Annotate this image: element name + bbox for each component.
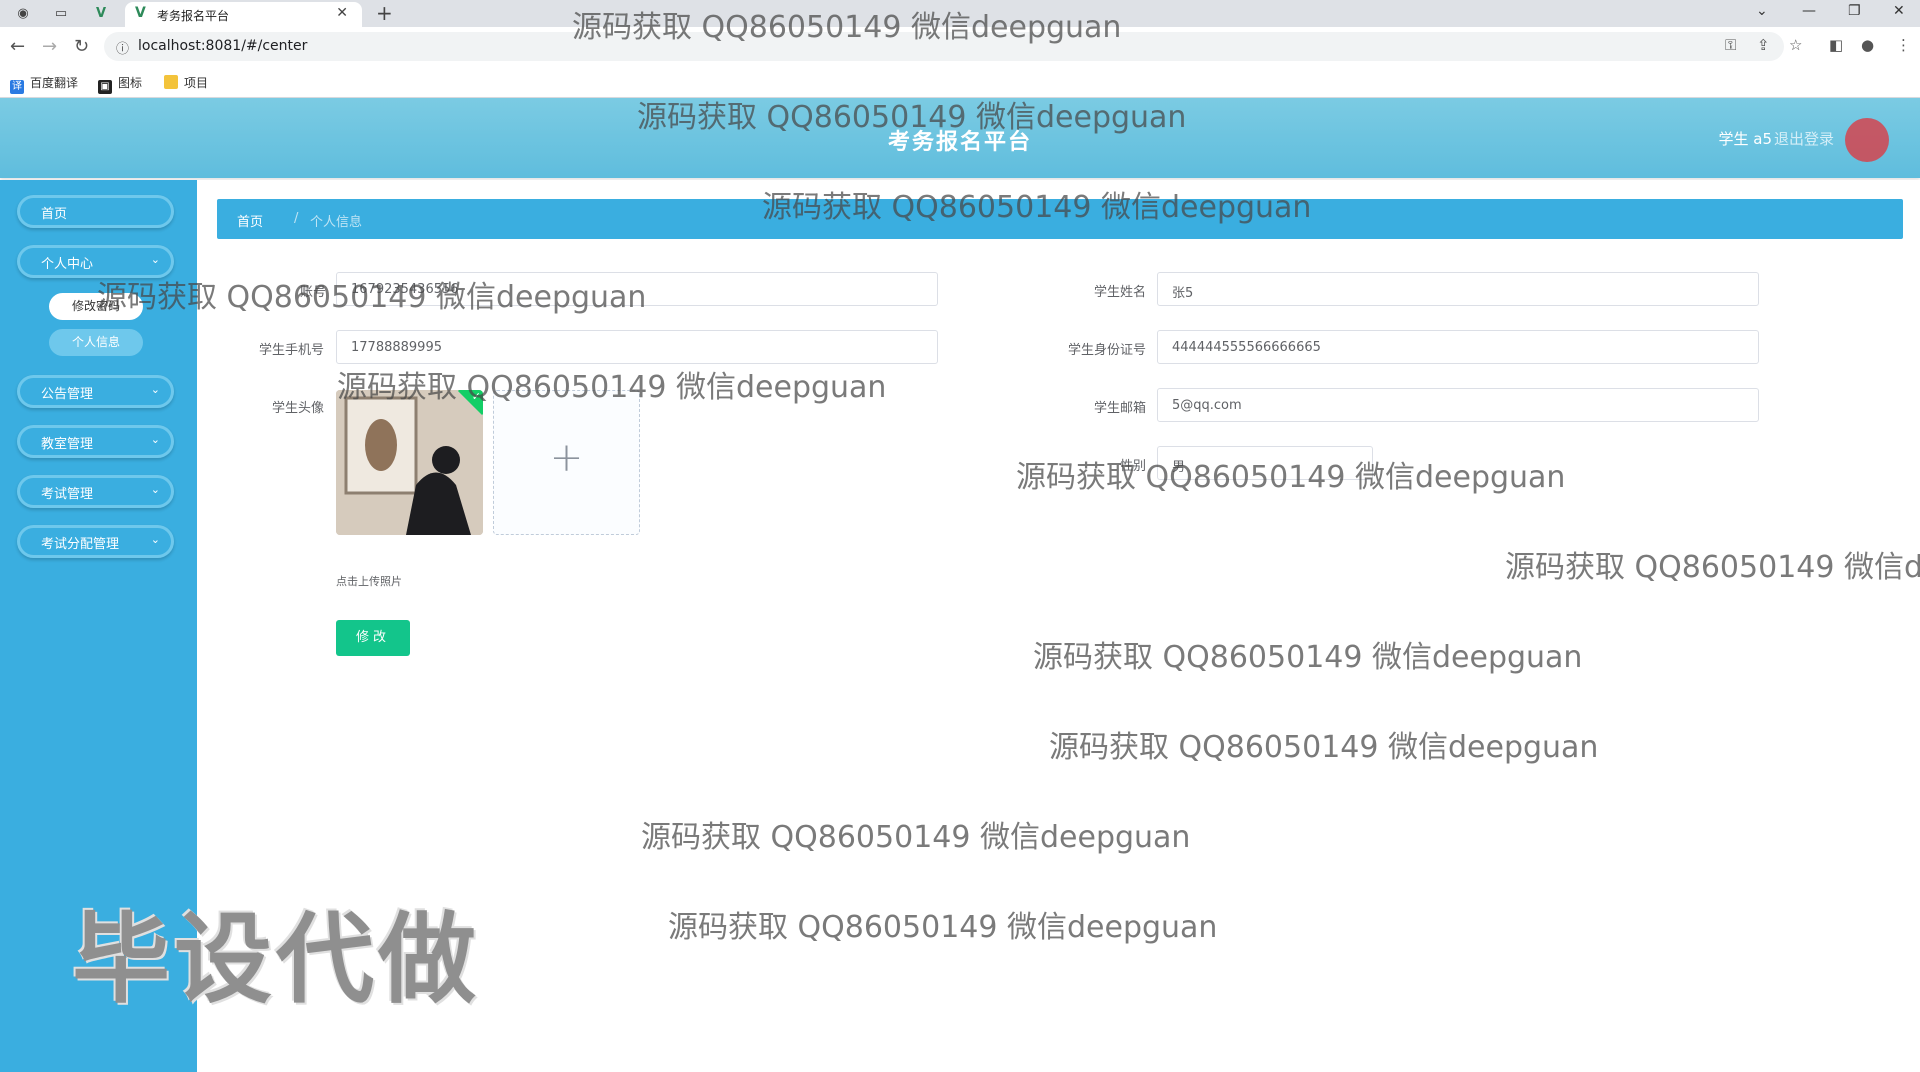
sidebar-item-label: 教室管理 [41,437,94,452]
account-field[interactable]: 1679235436556 [336,272,938,306]
chevron-down-icon: ⌄ [150,433,160,446]
app-header: 考务报名平台 学生 a5 退出登录 [0,98,1920,178]
bookmarks-bar: 译百度翻译 ▣ 图标 项目 [0,67,1920,98]
sidebar-item-home[interactable]: 首页 [17,195,174,228]
cursor-highlight [1845,118,1889,162]
url-text[interactable]: localhost:8081/#/center [138,38,307,54]
image-icon: ▣ [98,80,112,94]
sidebar-subitem-personal-info[interactable]: 个人信息 [49,329,143,356]
chevron-down-icon: ⌄ [150,253,160,266]
close-window-icon[interactable]: ✕ [1893,3,1905,19]
chevron-down-icon: ⌄ [150,383,160,396]
folder-icon [164,75,178,89]
student-name-label: 学生姓名 [1093,285,1146,300]
check-icon: ✓ [471,390,481,403]
sidebar-item-label: 个人中心 [41,257,94,272]
breadcrumb: 首页 / 个人信息 [217,199,1903,239]
share-icon[interactable]: ⇪ [1757,36,1770,54]
student-name-field[interactable]: 张5 [1157,272,1759,306]
key-icon[interactable]: ⚿ [1725,36,1736,54]
restore-icon[interactable]: ❐ [1848,3,1861,19]
translate-icon: 译 [10,80,24,94]
sidebar-subitem-change-password[interactable]: 修改密码 [49,293,143,320]
breadcrumb-home[interactable]: 首页 [237,211,263,230]
tab-title: 考务报名平台 [157,9,230,23]
sidebar-item-label: 公告管理 [41,387,94,402]
sidebar-item-label: 首页 [41,207,68,222]
avatar-photo [336,390,483,535]
address-bar-row: ← → ↻ ⓘ localhost:8081/#/center ⚿ ⇪ ☆ ◧ … [0,27,1920,67]
upload-button[interactable]: + [493,390,640,535]
sidebar-item-exams[interactable]: 考试管理 ⌄ [17,475,174,508]
chevron-down-icon: ⌄ [150,483,160,496]
bookmark-icons[interactable]: ▣ 图标 [98,74,142,94]
current-user: 学生 a5 [1718,130,1772,148]
reload-icon[interactable]: ↻ [74,36,89,57]
email-label: 学生邮箱 [1093,401,1146,416]
id-card-label: 学生身份证号 [1067,343,1146,358]
phone-label: 学生手机号 [258,343,324,358]
side-panel-icon[interactable]: ◧ [1829,36,1843,54]
plus-icon: + [549,435,584,481]
new-tab-icon[interactable]: + [376,1,393,25]
submit-button[interactable]: 修改 [336,620,410,656]
vue-logo-icon: V [135,5,146,21]
minimize-icon[interactable]: — [1802,3,1816,19]
big-watermark: 毕设代做 [72,903,481,1017]
forward-icon[interactable]: → [42,36,57,57]
chevron-down-icon: ⌄ [150,533,160,546]
breadcrumb-current: 个人信息 [310,215,363,230]
profile-icon[interactable]: ● [1861,36,1874,54]
app-title: 考务报名平台 [887,130,1032,155]
sidebar-item-announcements[interactable]: 公告管理 ⌄ [17,375,174,408]
phone-field[interactable]: 17788889995 [336,330,938,364]
upload-tip: 点击上传照片 [336,575,402,588]
sidebar-item-exam-allocation[interactable]: 考试分配管理 ⌄ [17,525,174,558]
bookmark-baidu-translate[interactable]: 译百度翻译 [10,74,78,94]
email-field[interactable]: 5@qq.com [1157,388,1759,422]
account-label: 账号 [299,285,326,300]
site-info-icon[interactable]: ⓘ [116,38,129,57]
chevron-down-icon[interactable]: ⌄ [1756,3,1768,19]
kebab-menu-icon[interactable]: ⋮ [1896,36,1911,54]
globe-icon[interactable]: ◉ [14,5,32,23]
sidebar-item-classrooms[interactable]: 教室管理 ⌄ [17,425,174,458]
browser-tab-active[interactable]: V 考务报名平台 ✕ [125,2,362,27]
browser-tab-bar: ◉ ▭ V V 考务报名平台 ✕ + ⌄ — ❐ ✕ [0,0,1920,27]
star-icon[interactable]: ☆ [1789,36,1802,54]
id-card-field[interactable]: 444444555566666665 [1157,330,1759,364]
close-tab-icon[interactable]: ✕ [336,5,348,21]
back-icon[interactable]: ← [10,36,25,57]
logout-link[interactable]: 退出登录 [1774,128,1834,149]
breadcrumb-separator: / [294,211,299,226]
gender-select[interactable]: 男 [1157,446,1373,480]
tab-group-icon[interactable]: ▭ [52,5,70,23]
sidebar-item-label: 考试分配管理 [41,537,120,552]
bookmark-project[interactable]: 项目 [164,74,208,91]
vue-tab-icon[interactable]: V [92,5,110,23]
gender-label: 性别 [1119,459,1146,474]
avatar-label: 学生头像 [271,401,324,416]
url-field[interactable]: ⓘ localhost:8081/#/center [104,32,1784,61]
sidebar-item-personal-center[interactable]: 个人中心 ⌄ [17,245,174,278]
sidebar-item-label: 考试管理 [41,487,94,502]
avatar-image[interactable]: ✓ [336,390,483,535]
